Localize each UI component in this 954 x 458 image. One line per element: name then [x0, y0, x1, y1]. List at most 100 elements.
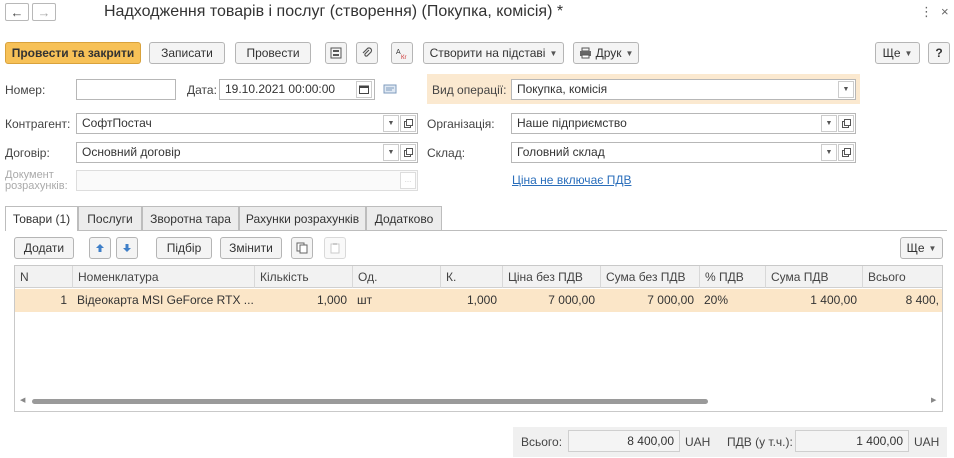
contract-dropdown-icon[interactable]: ▼ [383, 144, 399, 161]
cell-item[interactable]: Відеокарта MSI GeForce RTX ... [72, 289, 254, 312]
table-more-label: Ще [906, 241, 925, 255]
paste-icon [330, 243, 340, 254]
warehouse-label: Склад: [427, 146, 466, 160]
column-header[interactable]: Сума без ПДВ [600, 266, 699, 288]
chevron-down-icon: ▼ [625, 48, 634, 58]
cell-quantity[interactable]: 1,000 [254, 289, 352, 312]
pick-button[interactable]: Підбір [156, 237, 212, 259]
operation-dropdown-icon[interactable]: ▼ [838, 81, 854, 98]
date-history-icon[interactable] [383, 83, 397, 95]
organization-open-icon[interactable] [838, 115, 854, 132]
column-header[interactable]: Сума ПДВ [765, 266, 862, 288]
column-header[interactable]: К. [440, 266, 502, 288]
vat-label: ПДВ (у т.ч.): [727, 435, 793, 449]
column-header[interactable]: % ПДВ [699, 266, 765, 288]
move-down-button[interactable] [116, 237, 138, 259]
close-icon[interactable]: × [941, 4, 949, 19]
column-header[interactable]: Кількість [254, 266, 352, 288]
column-header[interactable]: N [15, 266, 72, 288]
cell-vat-rate[interactable]: 20% [699, 289, 765, 312]
help-button[interactable]: ? [928, 42, 950, 64]
table-row[interactable]: 1 Відеокарта MSI GeForce RTX ... 1,000 ш… [15, 289, 942, 312]
column-header[interactable]: Од. [352, 266, 440, 288]
printer-icon [579, 47, 591, 59]
cell-vat-sum[interactable]: 1 400,00 [765, 289, 862, 312]
goods-table[interactable]: N Номенклатура Кількість Од. К. Ціна без… [14, 265, 943, 412]
organization-field[interactable]: Наше підприємство [511, 113, 856, 134]
add-row-button[interactable]: Додати [14, 237, 74, 259]
totals-panel: Всього: 8 400,00 UAH ПДВ (у т.ч.): 1 400… [513, 427, 947, 457]
number-field[interactable] [76, 79, 176, 100]
column-header[interactable]: Ціна без ПДВ [502, 266, 600, 288]
vat-mode-link[interactable]: Ціна не включає ПДВ [512, 173, 631, 187]
contract-value: Основний договір [82, 145, 181, 159]
settlement-doc-select-icon: … [400, 172, 416, 189]
organization-value: Наше підприємство [517, 116, 627, 130]
tab-settlement-accounts[interactable]: Рахунки розрахунків [239, 206, 366, 230]
copy-row-button[interactable] [291, 237, 313, 259]
document-structure-button[interactable] [325, 42, 347, 64]
contract-open-icon[interactable] [400, 144, 416, 161]
more-button[interactable]: Ще ▼ [875, 42, 920, 64]
cell-unit[interactable]: шт [352, 289, 440, 312]
translit-button[interactable]: A Кr [391, 42, 413, 64]
tab-additional[interactable]: Додатково [366, 206, 442, 230]
post-and-close-button[interactable]: Провести та закрити [5, 42, 141, 64]
forward-button[interactable]: → [32, 3, 56, 21]
scrollbar-thumb[interactable] [32, 399, 708, 404]
column-header[interactable]: Всього [862, 266, 942, 288]
paperclip-icon [362, 47, 373, 57]
chevron-down-icon: ▼ [928, 243, 937, 253]
print-button[interactable]: Друк ▼ [573, 42, 639, 64]
table-more-button[interactable]: Ще ▼ [900, 237, 943, 259]
total-value: 8 400,00 [568, 430, 680, 452]
warehouse-dropdown-icon[interactable]: ▼ [821, 144, 837, 161]
contract-label: Договір: [5, 146, 50, 160]
window-title: Надходження товарів і послуг (створення)… [104, 3, 564, 20]
tab-goods[interactable]: Товари (1) [5, 206, 78, 231]
number-label: Номер: [5, 83, 46, 97]
create-based-on-label: Створити на підставі [429, 46, 546, 60]
save-button[interactable]: Записати [149, 42, 225, 64]
create-based-on-button[interactable]: Створити на підставі ▼ [423, 42, 564, 64]
counterparty-open-icon[interactable] [400, 115, 416, 132]
vat-value: 1 400,00 [795, 430, 909, 452]
cell-coefficient[interactable]: 1,000 [440, 289, 502, 312]
move-up-button[interactable] [89, 237, 111, 259]
post-button[interactable]: Провести [235, 42, 311, 64]
contract-field[interactable]: Основний договір [76, 142, 418, 163]
back-button[interactable]: ← [5, 3, 29, 21]
column-header[interactable]: Номенклатура [72, 266, 254, 288]
tab-returnable-packaging[interactable]: Зворотна тара [142, 206, 239, 230]
structure-icon [330, 47, 342, 59]
horizontal-scrollbar[interactable]: ◀ ▶ [14, 396, 943, 406]
warehouse-field[interactable]: Головний склад [511, 142, 856, 163]
warehouse-open-icon[interactable] [838, 144, 854, 161]
cell-price[interactable]: 7 000,00 [502, 289, 600, 312]
tab-services[interactable]: Послуги [78, 206, 142, 230]
cell-total[interactable]: 8 400, [862, 289, 942, 312]
arrow-up-icon [96, 244, 104, 252]
settlement-doc-label: Документ розрахунків: [5, 169, 68, 192]
attach-file-button[interactable] [356, 42, 378, 64]
cell-number[interactable]: 1 [15, 289, 72, 312]
organization-label: Організація: [427, 117, 495, 131]
operation-select[interactable]: Покупка, комісія [511, 79, 856, 100]
counterparty-value: СофтПостач [82, 116, 152, 130]
date-field[interactable]: 19.10.2021 00:00:00 [219, 79, 375, 100]
translit-icon: AКr [396, 49, 407, 60]
organization-dropdown-icon[interactable]: ▼ [821, 115, 837, 132]
print-label: Друк [595, 46, 622, 60]
warehouse-value: Головний склад [517, 145, 605, 159]
paste-row-button[interactable] [324, 237, 346, 259]
counterparty-dropdown-icon[interactable]: ▼ [383, 115, 399, 132]
date-value: 19.10.2021 00:00:00 [225, 82, 336, 96]
change-button[interactable]: Змінити [220, 237, 282, 259]
calendar-button[interactable] [356, 81, 372, 98]
scroll-right-icon[interactable]: ▶ [931, 396, 936, 404]
scroll-left-icon[interactable]: ◀ [20, 396, 25, 404]
counterparty-field[interactable]: СофтПостач [76, 113, 418, 134]
chevron-down-icon: ▼ [904, 48, 913, 58]
more-actions-icon[interactable]: ⋮ [920, 4, 933, 20]
cell-sum[interactable]: 7 000,00 [600, 289, 699, 312]
